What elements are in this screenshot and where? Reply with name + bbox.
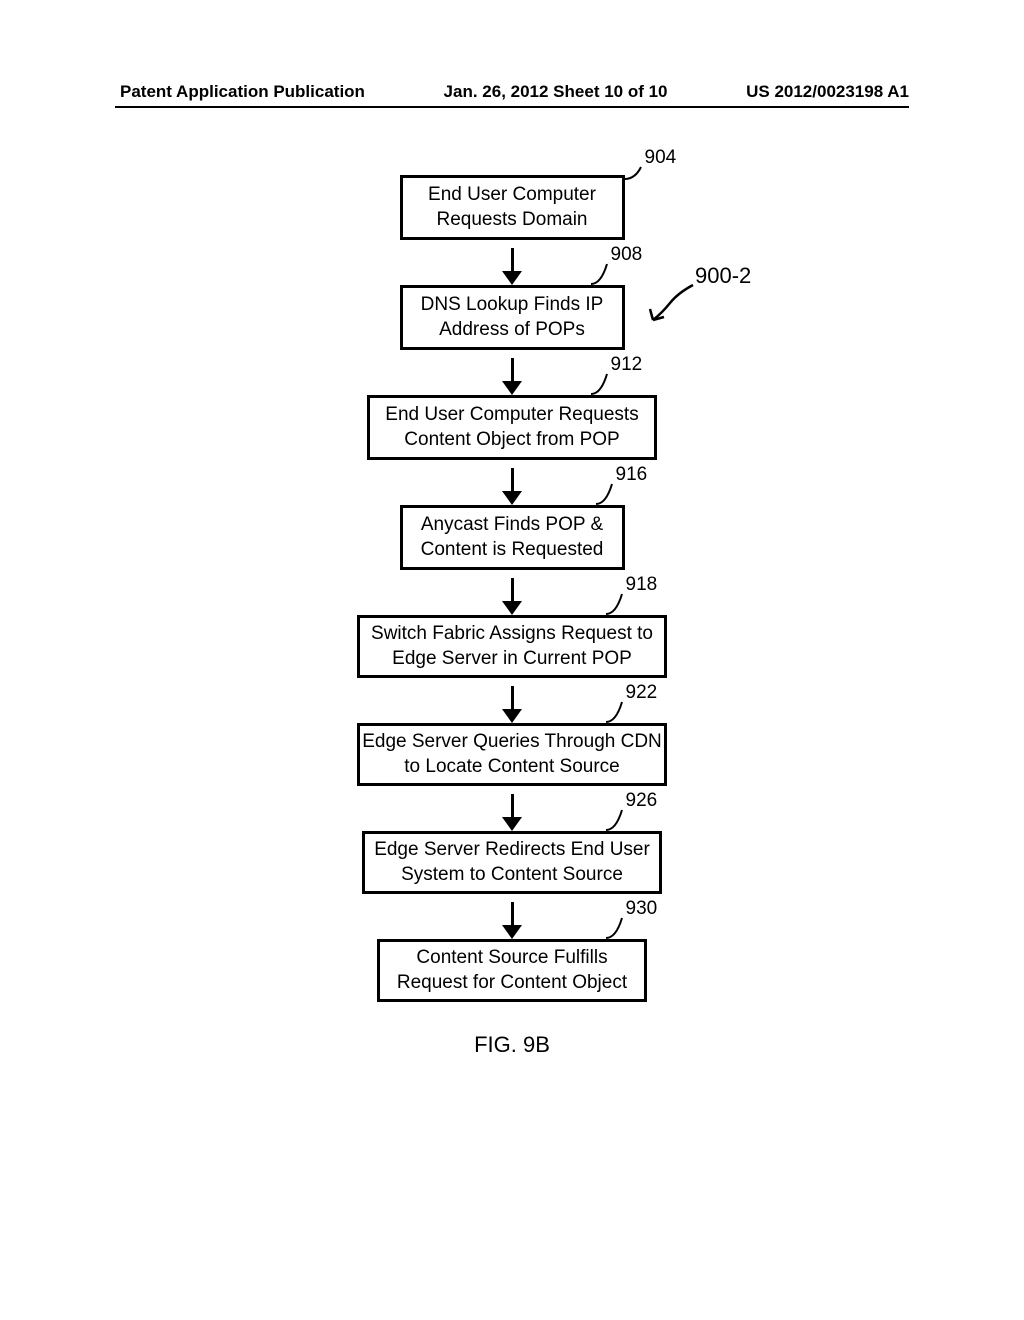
- node-text: DNS Lookup Finds IP: [421, 293, 604, 318]
- header-pubnumber: US 2012/0023198 A1: [746, 82, 909, 102]
- ref-number-930: 930: [626, 898, 658, 920]
- flow-node-908: DNS Lookup Finds IP Address of POPs: [400, 285, 625, 350]
- leader-line-icon: [625, 167, 650, 182]
- ref-number-908: 908: [611, 244, 643, 266]
- flow-arrow-icon: 916: [511, 460, 514, 505]
- flow-node-930: Content Source Fulfills Request for Cont…: [377, 939, 647, 1002]
- flow-arrow-icon: 912: [511, 350, 514, 395]
- node-text: to Locate Content Source: [404, 755, 619, 780]
- ref-number-916: 916: [616, 464, 648, 486]
- node-text: System to Content Source: [401, 863, 623, 888]
- node-text: Address of POPs: [439, 318, 585, 343]
- node-text: End User Computer Requests: [385, 403, 638, 428]
- node-text: Switch Fabric Assigns Request to: [371, 622, 653, 647]
- flow-node-916: Anycast Finds POP & Content is Requested: [400, 505, 625, 570]
- node-text: Anycast Finds POP &: [421, 513, 603, 538]
- leader-line-icon: [591, 264, 616, 286]
- ref-number-912: 912: [611, 354, 643, 376]
- node-text: Edge Server Queries Through CDN: [362, 730, 662, 755]
- flow-arrow-icon: 922: [511, 678, 514, 723]
- leader-line-icon: [596, 484, 621, 506]
- flow-arrow-icon: 908: [511, 240, 514, 285]
- leader-line-icon: [606, 702, 631, 724]
- flow-node-912: End User Computer Requests Content Objec…: [367, 395, 657, 460]
- header-publication: Patent Application Publication: [120, 82, 365, 102]
- flow-node-922: Edge Server Queries Through CDN to Locat…: [357, 723, 667, 786]
- node-text: Request for Content Object: [397, 971, 627, 996]
- flow-arrow-icon: 918: [511, 570, 514, 615]
- flow-node-918: Switch Fabric Assigns Request to Edge Se…: [357, 615, 667, 678]
- node-text: Content Source Fulfills: [416, 946, 607, 971]
- ref-number-926: 926: [626, 790, 658, 812]
- ref-number-922: 922: [626, 682, 658, 704]
- leader-line-icon: [606, 810, 631, 832]
- flow-arrow-icon: 926: [511, 786, 514, 831]
- node-text: Edge Server Redirects End User: [374, 838, 650, 863]
- node-text: Edge Server in Current POP: [392, 647, 632, 672]
- flow-node-904: End User Computer Requests Domain: [400, 175, 625, 240]
- leader-line-icon: [606, 918, 631, 940]
- node-text: Content is Requested: [421, 538, 604, 563]
- flowchart: End User Computer Requests Domain 904 90…: [0, 175, 1024, 1058]
- ref-number-904: 904: [645, 147, 677, 169]
- figure-label: FIG. 9B: [474, 1032, 550, 1058]
- flow-arrow-icon: 930: [511, 894, 514, 939]
- header-date-sheet: Jan. 26, 2012 Sheet 10 of 10: [444, 82, 668, 102]
- header-separator: [115, 106, 909, 108]
- ref-number-918: 918: [626, 574, 658, 596]
- node-text: Requests Domain: [436, 208, 587, 233]
- node-text: End User Computer: [428, 183, 596, 208]
- leader-line-icon: [606, 594, 631, 616]
- page-header: Patent Application Publication Jan. 26, …: [0, 82, 1024, 102]
- leader-line-icon: [591, 374, 616, 396]
- node-text: Content Object from POP: [404, 428, 619, 453]
- flow-node-926: Edge Server Redirects End User System to…: [362, 831, 662, 894]
